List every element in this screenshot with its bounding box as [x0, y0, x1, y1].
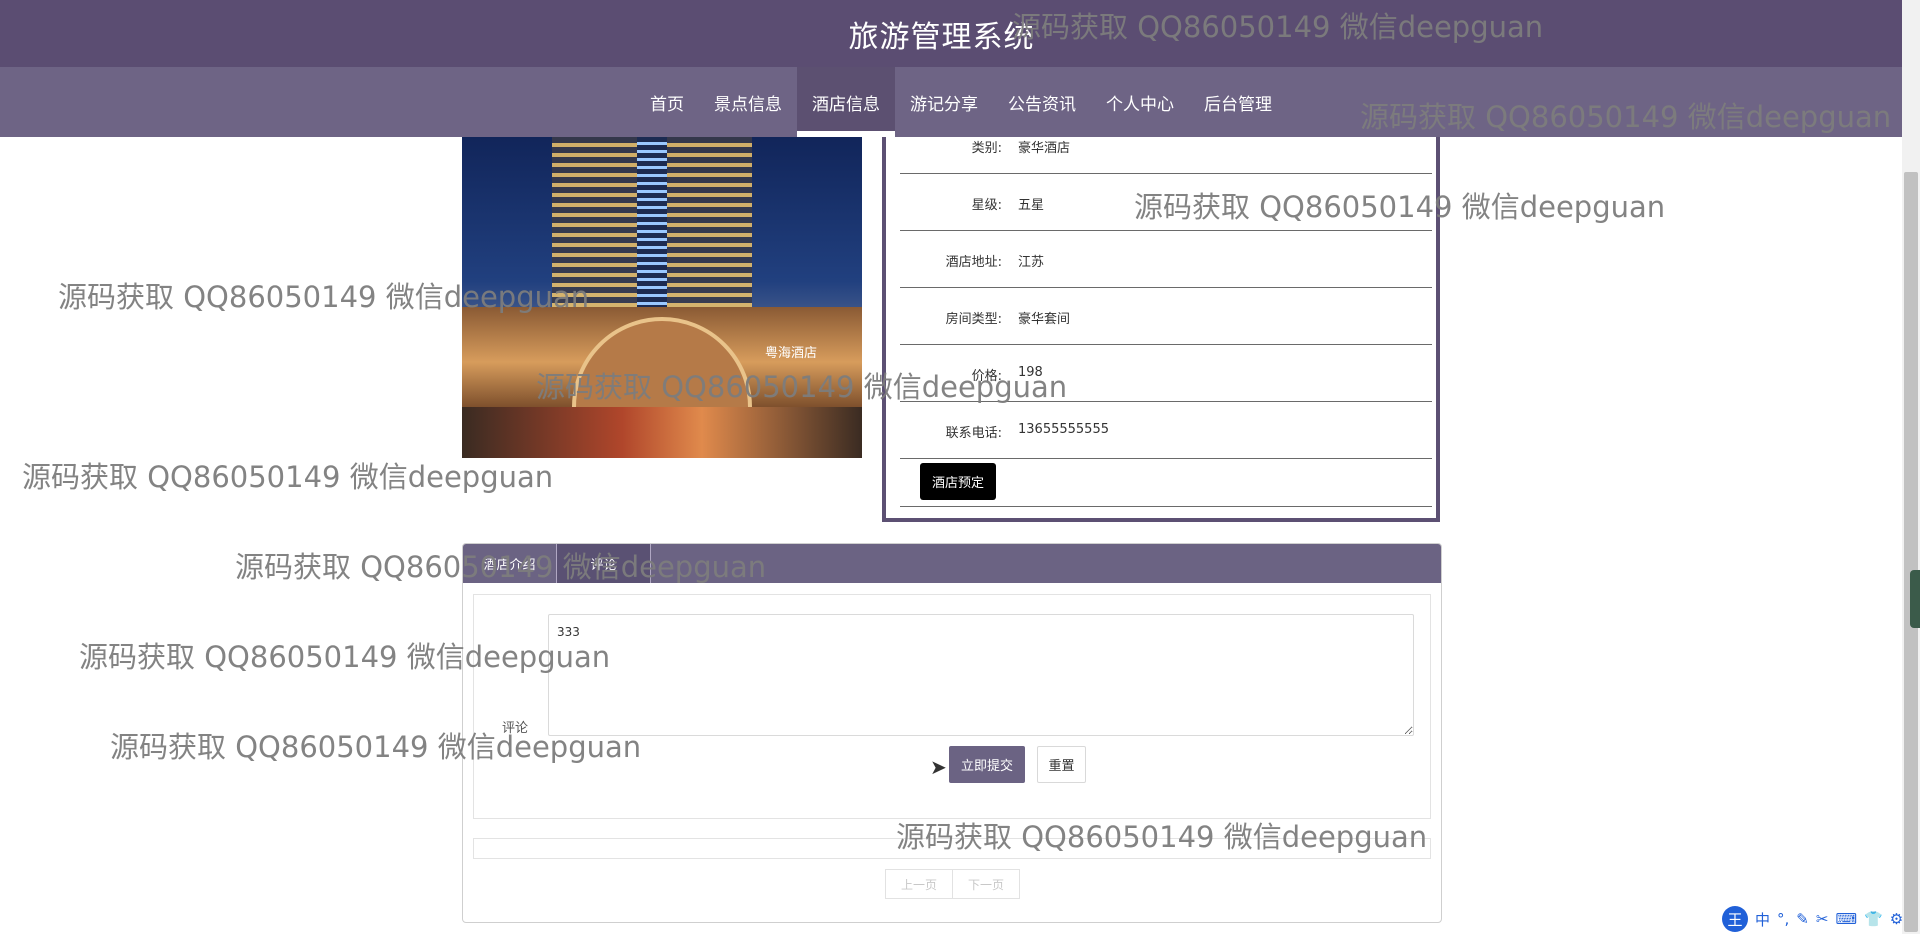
- nav-item-news[interactable]: 公告资讯: [993, 67, 1091, 137]
- tab-hotel-intro[interactable]: 酒店介绍: [463, 544, 557, 583]
- detail-tab-card: 酒店介绍 评论 评论 333 ➤ 立即提交 重置 上一页 下一页: [462, 543, 1442, 923]
- info-row-address: 酒店地址: 江苏: [900, 231, 1432, 288]
- nav-item-admin[interactable]: 后台管理: [1189, 67, 1287, 137]
- ime-pen-icon[interactable]: ✎: [1796, 910, 1809, 928]
- watermark-text: 源码获取 QQ86050149 微信deepguan: [22, 460, 554, 494]
- ime-toolbar: 王 中 °, ✎ ✂ ⌨ 👕 ⚙: [1722, 905, 1903, 933]
- title-bar: 旅游管理系统: [0, 0, 1902, 67]
- ime-language-icon[interactable]: 中: [1755, 909, 1770, 930]
- info-row-phone: 联系电话: 13655555555: [900, 402, 1432, 459]
- comment-textarea[interactable]: 333: [548, 614, 1414, 736]
- scrollbar-thumb[interactable]: [1904, 172, 1918, 932]
- panel-divider: [900, 506, 1432, 507]
- site-title: 旅游管理系统: [848, 19, 1035, 55]
- info-row-room-type: 房间类型: 豪华套间: [900, 288, 1432, 345]
- info-value: 五星: [1018, 198, 1045, 213]
- prev-page-button[interactable]: 上一页: [885, 869, 954, 899]
- tab-comments[interactable]: 评论: [557, 544, 651, 583]
- nav-label: 后台管理: [1204, 94, 1272, 115]
- nav-label: 公告资讯: [1008, 94, 1076, 115]
- nav-label: 首页: [650, 94, 684, 115]
- nav-label: 酒店信息: [812, 94, 880, 115]
- tab-label: 酒店介绍: [483, 558, 536, 573]
- nav-item-travelogues[interactable]: 游记分享: [895, 67, 993, 137]
- mouse-cursor-icon: ➤: [930, 755, 947, 779]
- photo-tower-glass: [637, 137, 667, 322]
- info-label: 联系电话:: [945, 426, 1002, 441]
- ime-logo-icon[interactable]: 王: [1722, 906, 1748, 932]
- ime-skin-icon[interactable]: 👕: [1864, 910, 1883, 928]
- next-page-button[interactable]: 下一页: [953, 869, 1021, 899]
- tab-label: 评论: [590, 558, 617, 573]
- ime-keyboard-icon[interactable]: ⌨: [1835, 910, 1857, 928]
- nav-item-profile[interactable]: 个人中心: [1091, 67, 1189, 137]
- photo-plaza: [462, 407, 862, 458]
- ime-scissors-icon[interactable]: ✂: [1816, 910, 1829, 928]
- info-value: 豪华酒店: [1018, 141, 1071, 156]
- submit-comment-button[interactable]: 立即提交: [949, 746, 1025, 783]
- side-tab-handle[interactable]: [1910, 570, 1920, 628]
- reset-button[interactable]: 重置: [1037, 746, 1086, 783]
- comment-form: 评论 333 ➤ 立即提交 重置: [473, 594, 1431, 819]
- main-nav: 首页 景点信息 酒店信息 游记分享 公告资讯 个人中心 后台管理: [0, 67, 1902, 137]
- info-label: 类别:: [971, 141, 1002, 156]
- page-scrollbar[interactable]: [1902, 0, 1920, 934]
- hotel-photo: 粤海酒店: [462, 137, 862, 458]
- nav-item-home[interactable]: 首页: [635, 67, 699, 137]
- info-value: 豪华套间: [1018, 312, 1071, 327]
- comment-label: 评论: [502, 721, 529, 736]
- book-hotel-button[interactable]: 酒店预定: [920, 463, 996, 500]
- tab-header: 酒店介绍 评论: [463, 544, 1441, 583]
- nav-label: 个人中心: [1106, 94, 1174, 115]
- ime-punctuation-icon[interactable]: °,: [1777, 910, 1789, 928]
- info-value: 198: [1018, 365, 1043, 380]
- site-header: 旅游管理系统 首页 景点信息 酒店信息 游记分享 公告资讯 个人中心 后台管理: [0, 0, 1902, 137]
- info-label: 星级:: [971, 198, 1002, 213]
- nav-item-attractions[interactable]: 景点信息: [699, 67, 797, 137]
- info-row-stars: 星级: 五星: [900, 174, 1432, 231]
- nav-item-hotels[interactable]: 酒店信息: [797, 67, 895, 137]
- info-value: 13655555555: [1018, 422, 1109, 437]
- info-label: 房间类型:: [945, 312, 1002, 327]
- ime-settings-icon[interactable]: ⚙: [1890, 910, 1903, 928]
- nav-label: 景点信息: [714, 94, 782, 115]
- pagination: 上一页 下一页: [885, 869, 1021, 899]
- comment-list: [473, 838, 1431, 859]
- hotel-info-panel: 类别: 豪华酒店 星级: 五星 酒店地址: 江苏 房间类型: 豪华套间 价格: …: [882, 137, 1440, 522]
- info-value: 江苏: [1018, 255, 1045, 270]
- photo-hotel-sign: 粤海酒店: [765, 346, 818, 361]
- info-label: 价格:: [971, 369, 1002, 384]
- info-label: 酒店地址:: [945, 255, 1002, 270]
- info-row-price: 价格: 198: [900, 345, 1432, 402]
- nav-label: 游记分享: [910, 94, 978, 115]
